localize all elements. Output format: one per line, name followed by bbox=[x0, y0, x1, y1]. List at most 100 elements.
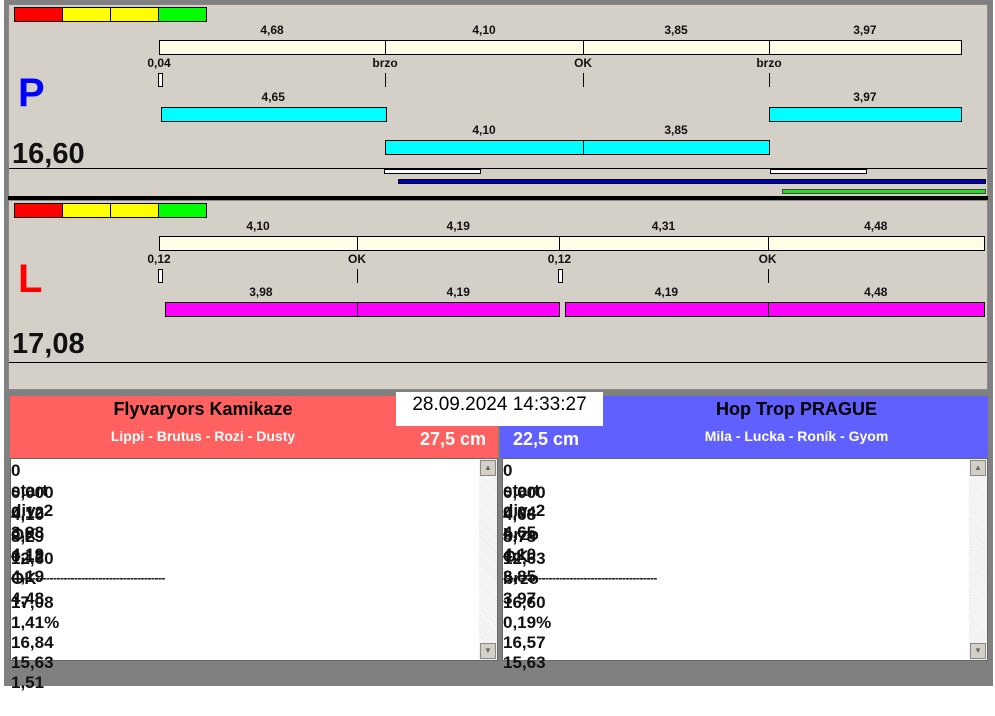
left-team-name: Flyvaryors Kamikaze bbox=[113, 399, 293, 419]
list-divider: ----------------------------------------… bbox=[503, 571, 987, 593]
dog-time-label: 4,65 bbox=[261, 90, 285, 104]
dog-time-label: 4,48 bbox=[864, 285, 888, 299]
run-time-label: 4,31 bbox=[651, 219, 676, 233]
run-time-label: 4,19 bbox=[446, 219, 470, 233]
divider-text: ----------------------------------------… bbox=[503, 571, 657, 585]
right-team-dogs: Mila - Lucka - Roník - Gyom bbox=[704, 428, 889, 444]
dog-run-bar bbox=[164, 302, 358, 317]
run-segment bbox=[583, 40, 771, 55]
summary-cell: 1,51 bbox=[11, 673, 45, 692]
summary-cell: 0,19% bbox=[503, 613, 552, 632]
run-time-label: 3,97 bbox=[853, 23, 877, 37]
dog-run-bar bbox=[160, 107, 387, 122]
run-time-label: 4,10 bbox=[246, 219, 270, 233]
left-team-dogs: Lippi - Brutus - Rozi - Dusty bbox=[110, 428, 296, 444]
pass-tick bbox=[357, 269, 359, 283]
progress-marker bbox=[384, 169, 481, 174]
lane-l-panel: 4,10 0,12 4,19 OK 4,31 0,12 4,48 OK 3,98 4,19 4,19… bbox=[8, 200, 988, 390]
reaction-marker bbox=[158, 269, 163, 283]
run-segment bbox=[559, 236, 769, 251]
right-team-height: 22,5 cm bbox=[513, 429, 580, 449]
left-results-list[interactable]: ▲ ▼ 0 start div. 2 0,000 0,12 3,98 4,10 OK 4,19 8… bbox=[10, 458, 498, 692]
pass-marker-label: brzo bbox=[372, 56, 398, 70]
signal-light-3 bbox=[159, 204, 206, 217]
run-segment bbox=[769, 40, 962, 55]
list-header-cell: 0 bbox=[503, 461, 513, 480]
list-cell: 0,000 bbox=[503, 483, 546, 502]
divider-text: ----------------------------------------… bbox=[11, 571, 165, 585]
summary-cell: 15,63 bbox=[503, 653, 546, 672]
pass-marker-label: OK bbox=[758, 252, 777, 266]
list-cell: 12,63 bbox=[503, 549, 546, 568]
summary-cell: 15,63 bbox=[11, 653, 54, 672]
lane-total-time: 16,60 bbox=[12, 138, 85, 170]
right-results-list[interactable]: ▲ ▼ 0 start div. 2 0,000 0,04 4,65 4,68 brzo 4,1… bbox=[502, 458, 988, 672]
dog-run-bar bbox=[769, 107, 962, 122]
list-row: 4,68 brzo 4,10 bbox=[503, 505, 987, 564]
list-cell: 4,68 bbox=[503, 505, 537, 524]
run-segment bbox=[767, 236, 985, 251]
signal-lights bbox=[14, 7, 207, 22]
dog-time-label: 3,97 bbox=[853, 90, 877, 104]
run-segment bbox=[159, 236, 359, 251]
list-cell: 8,78 bbox=[503, 527, 537, 546]
run-time-label: 3,85 bbox=[664, 23, 688, 37]
pass-tick bbox=[583, 73, 585, 87]
pass-tick bbox=[385, 73, 387, 87]
pass-marker-label: 0,12 bbox=[147, 252, 171, 266]
progress-marker bbox=[770, 169, 867, 174]
signal-lights bbox=[14, 203, 207, 218]
dog-run-bar bbox=[583, 140, 771, 155]
pass-tick bbox=[767, 269, 769, 283]
lane-letter: P bbox=[18, 71, 45, 115]
list-summary-row: 16,60 0,19% 16,57 15,63 bbox=[503, 593, 987, 672]
list-summary-row: 17,08 1,41% 16,84 15,63 1,51 bbox=[11, 593, 497, 692]
list-cell: 4,10 bbox=[11, 505, 45, 524]
list-row: 0,000 0,12 3,98 bbox=[11, 483, 497, 542]
summary-cell: 16,60 bbox=[503, 593, 546, 612]
dog-run-bar bbox=[385, 140, 585, 155]
dog-time-label: 3,85 bbox=[664, 123, 688, 137]
run-segment bbox=[159, 40, 387, 55]
dog-run-bar bbox=[767, 302, 985, 317]
list-row: 0,000 0,04 4,65 bbox=[503, 483, 987, 542]
run-time-label: 4,48 bbox=[864, 219, 888, 233]
summary-cell: 1,41% bbox=[11, 613, 60, 632]
signal-light-2 bbox=[111, 8, 159, 21]
signal-light-1 bbox=[63, 204, 111, 217]
pass-marker-label: 0,04 bbox=[147, 56, 171, 70]
progress-line-green bbox=[782, 189, 986, 194]
list-row: 8,78 OK 3,85 bbox=[503, 527, 987, 586]
pass-tick bbox=[769, 73, 771, 87]
list-header-row: 0 start div. 2 bbox=[11, 461, 497, 520]
list-row: 4,10 OK 4,19 bbox=[11, 505, 497, 564]
lane-letter: L bbox=[18, 257, 43, 301]
list-cell: 12,60 bbox=[11, 549, 54, 568]
timestamp: 28.09.2024 14:33:27 bbox=[396, 392, 603, 426]
dog-time-label: 4,19 bbox=[446, 285, 470, 299]
pass-marker-label: 0,12 bbox=[547, 252, 572, 266]
list-cell: 8,29 bbox=[11, 527, 45, 546]
dog-run-bar bbox=[565, 302, 769, 317]
list-header-row: 0 start div. 2 bbox=[503, 461, 987, 520]
pass-marker-label: OK bbox=[348, 252, 367, 266]
right-team-name: Hop Trop PRAGUE bbox=[716, 399, 877, 419]
pass-marker-label: brzo bbox=[756, 56, 782, 70]
progress-line-blue bbox=[398, 179, 986, 184]
signal-light-0 bbox=[15, 204, 63, 217]
dog-time-label: 4,19 bbox=[654, 285, 679, 299]
progress-track bbox=[9, 362, 987, 363]
run-segment bbox=[357, 236, 561, 251]
lane-total-time: 17,08 bbox=[12, 328, 85, 360]
lane-p-panel: 4,68 0,04 4,10 brzo 3,85 OK 3,97 brzo 4,65 4,10 3,… bbox=[8, 4, 988, 197]
list-row: 8,29 0,12 4,19 bbox=[11, 527, 497, 586]
dog-run-bar bbox=[357, 302, 561, 317]
run-time-label: 4,68 bbox=[260, 23, 284, 37]
reaction-marker bbox=[158, 73, 163, 87]
summary-cell: 16,57 bbox=[503, 633, 546, 652]
left-team-height: 27,5 cm bbox=[419, 429, 486, 449]
list-row: 12,60 OK 4,48 bbox=[11, 549, 497, 608]
reaction-marker bbox=[558, 269, 564, 283]
run-time-label: 4,10 bbox=[472, 23, 496, 37]
signal-light-0 bbox=[15, 8, 63, 21]
